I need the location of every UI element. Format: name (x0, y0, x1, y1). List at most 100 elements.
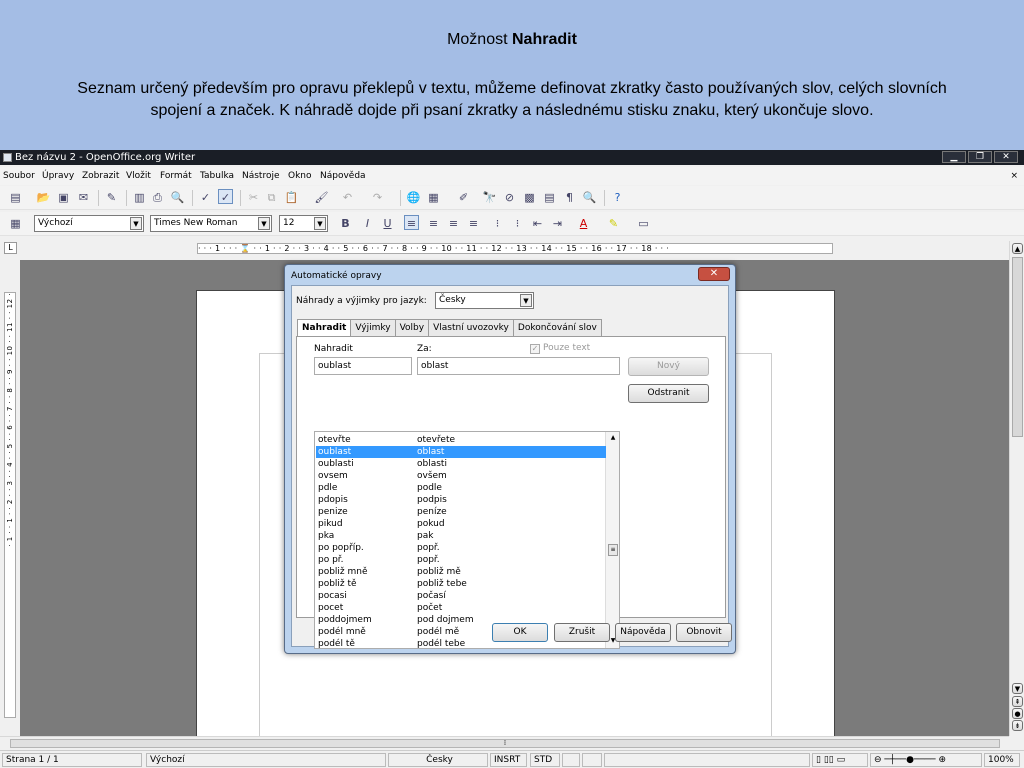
table-row[interactable]: otevřte otevřete (316, 434, 606, 446)
delete-button[interactable]: Odstranit (628, 384, 709, 403)
table-row[interactable]: pka pak (316, 530, 606, 542)
italic-button[interactable]: I (360, 216, 375, 231)
export-pdf-icon[interactable]: ▥ (132, 190, 147, 205)
page-indicator[interactable]: Strana 1 / 1 (2, 753, 142, 767)
list-scroll-thumb[interactable]: ≡ (608, 544, 618, 556)
tab-vyjimky[interactable]: Výjimky (350, 319, 396, 336)
list-scrollbar[interactable]: ▲ ≡ ▼ (605, 432, 619, 648)
scroll-up-icon[interactable]: ▲ (1012, 243, 1023, 254)
find-replace-icon[interactable]: 🔭 (482, 190, 497, 205)
scroll-up-icon[interactable]: ▲ (608, 433, 618, 443)
vertical-ruler[interactable]: · 1 · · 1 · · 2 · · 3 · · 4 · · 5 · · 6 … (4, 292, 16, 718)
tab-stop-selector[interactable]: L (4, 242, 17, 254)
bold-button[interactable]: B (338, 216, 353, 231)
print-preview-icon[interactable]: 🔍 (170, 190, 185, 205)
copy-icon[interactable]: ⧉ (264, 190, 279, 205)
insert-mode-indicator[interactable]: INSRT (490, 753, 527, 767)
increase-indent-icon[interactable]: ⇥ (550, 216, 565, 231)
horizontal-scroll-thumb[interactable]: ⁞ (10, 739, 1000, 748)
language-combo[interactable]: Česky ▼ (435, 292, 534, 309)
minimize-button[interactable]: ▁ (942, 151, 966, 163)
reset-button[interactable]: Obnovit (676, 623, 732, 642)
font-name-combo[interactable]: Times New Roman ▼ (150, 215, 272, 232)
table-row[interactable]: pobliž tě pobliž tebe (316, 578, 606, 590)
email-icon[interactable]: ✉ (76, 190, 91, 205)
menu-vlozit[interactable]: Vložit (126, 167, 151, 185)
chevron-down-icon[interactable]: ▼ (258, 217, 270, 230)
paste-icon[interactable]: 📋 (284, 190, 299, 205)
chevron-down-icon[interactable]: ▼ (520, 294, 532, 307)
paragraph-style-combo[interactable]: Výchozí ▼ (34, 215, 144, 232)
table-row[interactable]: pobliž mně pobliž mě (316, 566, 606, 578)
table-icon[interactable]: ▦ (426, 190, 441, 205)
font-size-combo[interactable]: 12 ▼ (279, 215, 328, 232)
font-color-icon[interactable]: A (576, 216, 591, 231)
menu-tabulka[interactable]: Tabulka (200, 167, 234, 185)
save-icon[interactable]: ▣ (56, 190, 71, 205)
previous-page-icon[interactable]: ⇞ (1012, 696, 1023, 707)
print-icon[interactable]: ⎙ (150, 190, 165, 205)
menu-soubor[interactable]: Soubor (3, 167, 35, 185)
vertical-scrollbar[interactable]: ▲ ▼ ⇞ ● ⇟ (1009, 241, 1024, 736)
next-page-icon[interactable]: ⇟ (1012, 720, 1023, 731)
with-input[interactable]: oblast (417, 357, 620, 375)
navigator-icon[interactable]: ⊘ (502, 190, 517, 205)
table-row[interactable]: penize peníze (316, 506, 606, 518)
open-icon[interactable]: 📂 (36, 190, 51, 205)
hyperlink-icon[interactable]: 🌐 (406, 190, 421, 205)
table-row[interactable]: po př. popř. (316, 554, 606, 566)
gallery-icon[interactable]: ▩ (522, 190, 537, 205)
table-row[interactable]: pdle podle (316, 482, 606, 494)
bullets-icon[interactable]: ⁝ (510, 216, 525, 231)
horizontal-ruler[interactable]: · · · 1 · · · ⌛ · · 1 · · 2 · · 3 · · 4 … (197, 243, 833, 254)
autospellcheck-icon[interactable]: ✓ (218, 189, 233, 204)
clone-format-icon[interactable]: 🖌 (314, 190, 329, 205)
align-center-icon[interactable]: ≡ (426, 216, 441, 231)
table-row[interactable]: pocasi počasí (316, 590, 606, 602)
selection-mode-indicator[interactable]: STD (530, 753, 560, 767)
draw-functions-icon[interactable]: ✐ (456, 190, 471, 205)
undo-icon[interactable]: ↶ (340, 190, 355, 205)
table-row[interactable]: po popříp. popř. (316, 542, 606, 554)
highlighting-icon[interactable]: ✎ (606, 216, 621, 231)
horizontal-scrollbar[interactable]: ⁞ (0, 736, 1009, 749)
zoom-level[interactable]: 100% (984, 753, 1020, 767)
chevron-down-icon[interactable]: ▼ (314, 217, 326, 230)
menu-zobrazit[interactable]: Zobrazit (82, 167, 119, 185)
maximize-button[interactable]: ❐ (968, 151, 992, 163)
replace-input[interactable]: oublast (314, 357, 412, 375)
menu-nastroje[interactable]: Nástroje (242, 167, 280, 185)
decrease-indent-icon[interactable]: ⇤ (530, 216, 545, 231)
menu-napoveda[interactable]: Nápověda (320, 167, 366, 185)
chevron-down-icon[interactable]: ▼ (130, 217, 142, 230)
cut-icon[interactable]: ✂ (246, 190, 261, 205)
vertical-scroll-thumb[interactable] (1012, 257, 1023, 437)
table-row[interactable]: oublast oblast (316, 446, 606, 458)
text-only-checkbox[interactable]: ✓ (530, 344, 540, 354)
spellcheck-icon[interactable]: ✓ (198, 190, 213, 205)
justify-icon[interactable]: ≡ (466, 216, 481, 231)
tab-nahradit[interactable]: Nahradit (297, 319, 352, 337)
table-row[interactable]: ovsem ovšem (316, 470, 606, 482)
navigation-icon[interactable]: ● (1012, 708, 1023, 719)
menu-format[interactable]: Formát (160, 167, 192, 185)
language-indicator[interactable]: Česky (388, 753, 488, 767)
replacement-table[interactable]: ▲ ≡ ▼ otevřte otevřete oublast oblast oublas… (314, 431, 620, 649)
digital-signature-indicator[interactable] (582, 753, 602, 767)
formatting-marks-icon[interactable]: ¶ (562, 190, 577, 205)
tab-vlastni-uvozovky[interactable]: Vlastní uvozovky (428, 319, 514, 336)
ok-button[interactable]: OK (492, 623, 548, 642)
view-layout-icon[interactable]: ▯ ▯▯ ▭ (812, 753, 868, 767)
tab-volby[interactable]: Volby (394, 319, 430, 336)
underline-button[interactable]: U (380, 216, 395, 231)
menu-okno[interactable]: Okno (288, 167, 312, 185)
table-row[interactable]: oublasti oblasti (316, 458, 606, 470)
page-style-indicator[interactable]: Výchozí (146, 753, 386, 767)
help-button[interactable]: Nápověda (615, 623, 671, 642)
background-color-icon[interactable]: ▭ (636, 216, 651, 231)
new-button[interactable]: Nový (628, 357, 709, 376)
help-icon[interactable]: ? (610, 190, 625, 205)
close-icon[interactable]: ✕ (698, 267, 730, 281)
document-modified-indicator[interactable] (562, 753, 580, 767)
new-document-icon[interactable]: ▤ (8, 190, 23, 205)
